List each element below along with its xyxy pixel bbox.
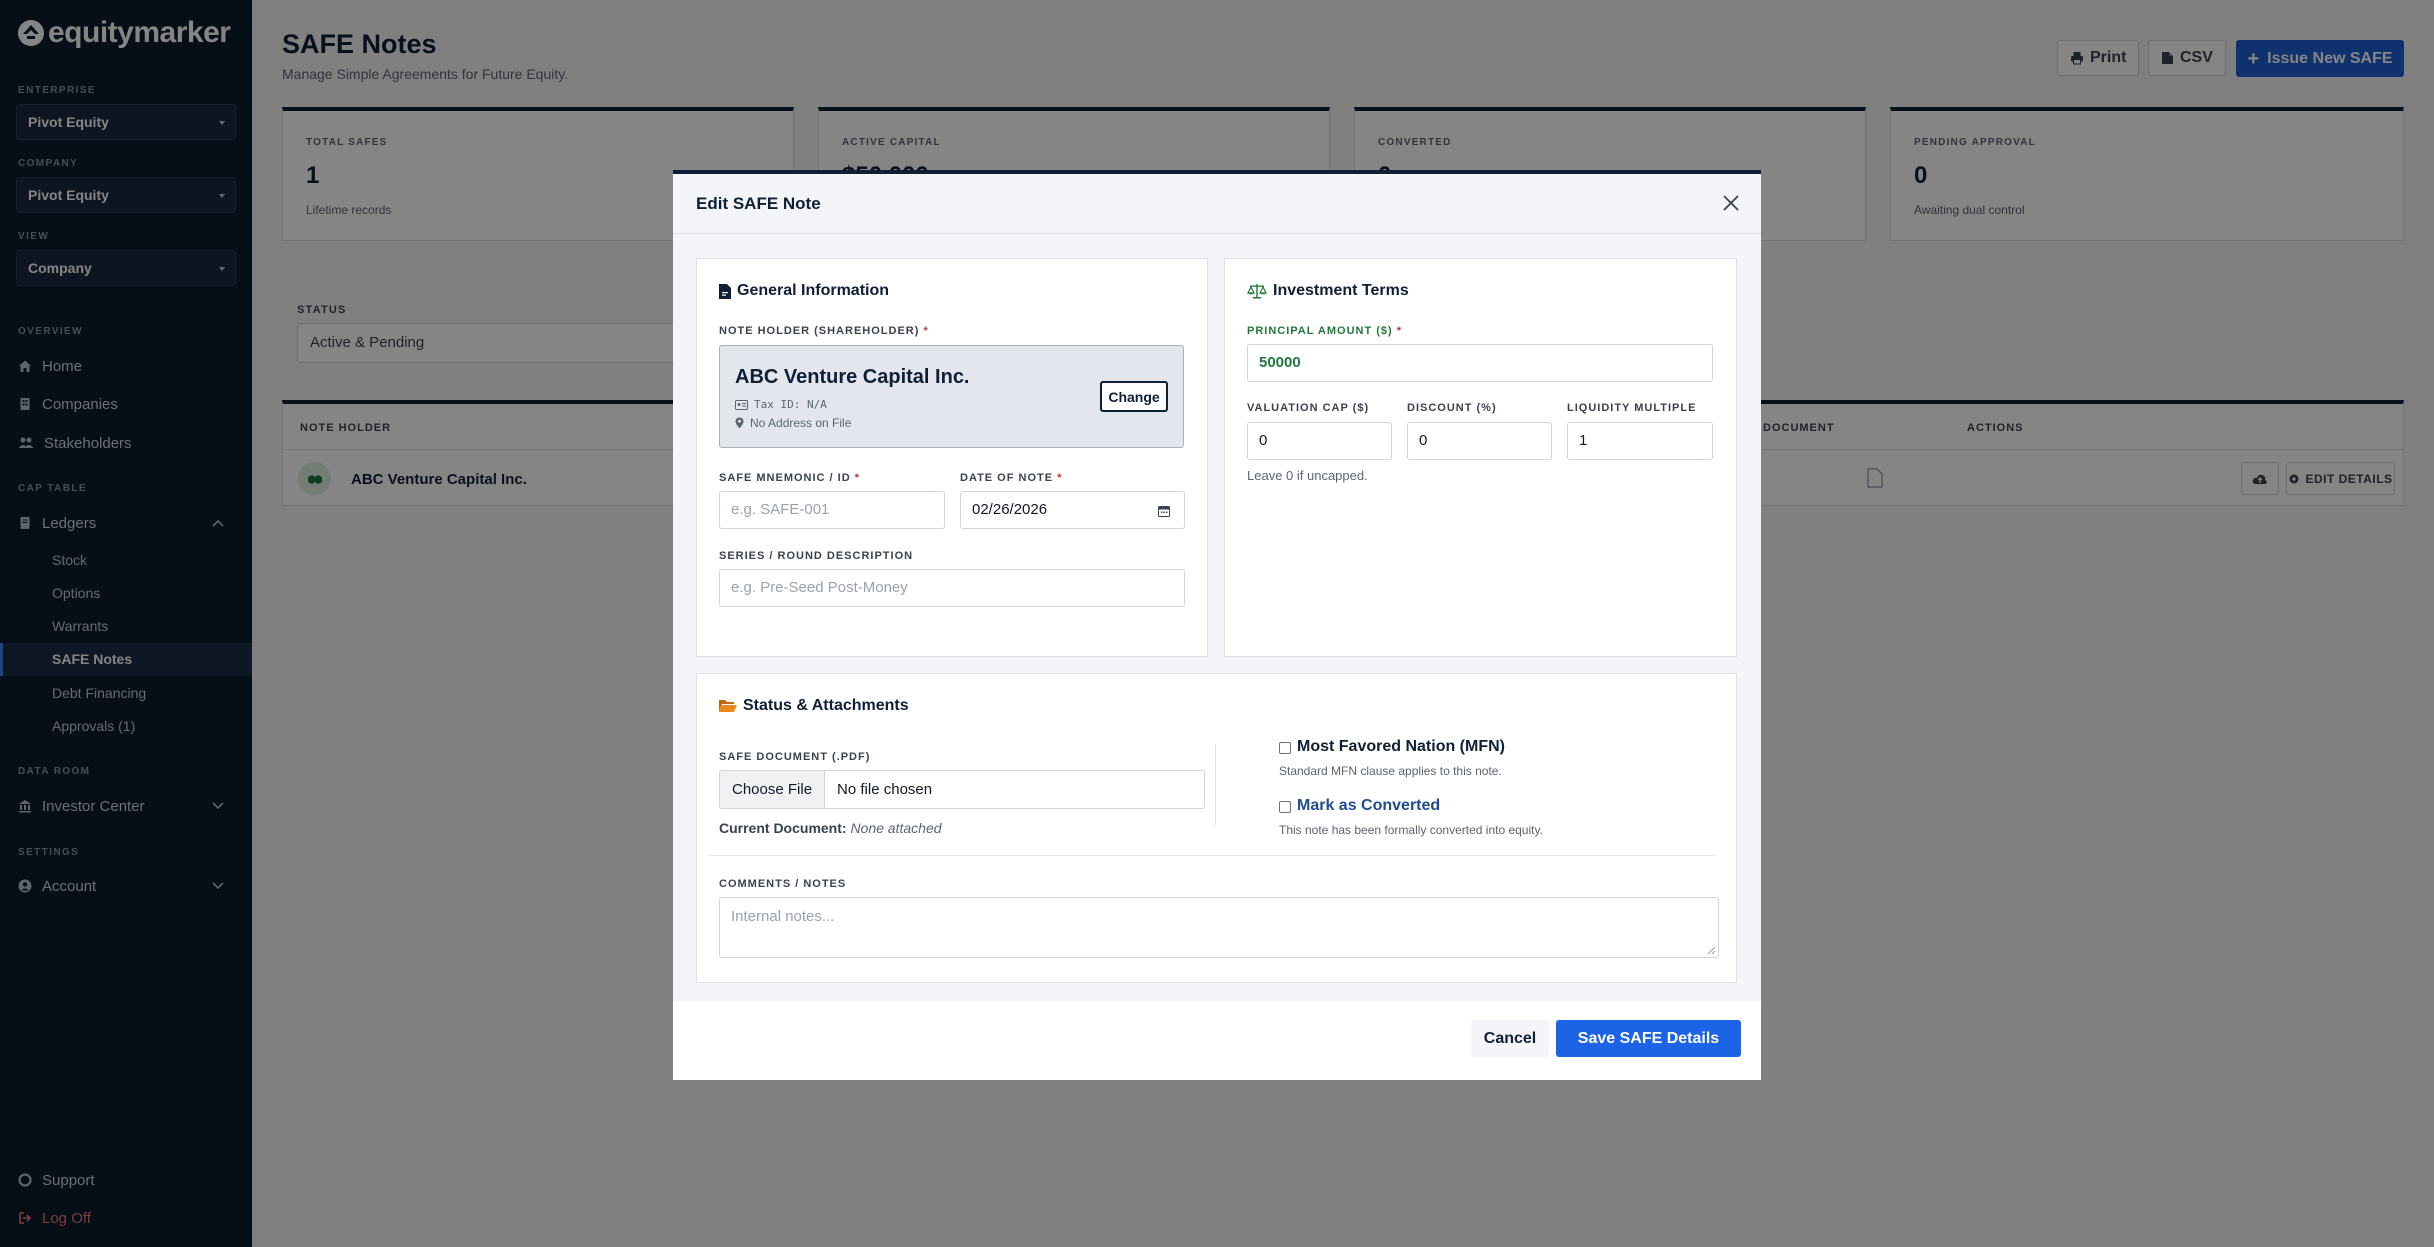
current-document-value: None attached	[850, 820, 942, 836]
comments-placeholder: Internal notes...	[731, 908, 835, 925]
note-holder-label: NOTE HOLDER (SHAREHOLDER) *	[719, 325, 929, 337]
principal-label-text: PRINCIPAL AMOUNT ($)	[1247, 325, 1393, 337]
resize-handle-icon[interactable]	[1707, 946, 1716, 955]
principal-amount-input[interactable]: 50000	[1247, 344, 1713, 382]
mnemonic-input[interactable]: e.g. SAFE-001	[719, 491, 945, 529]
choose-file-button[interactable]: Choose File	[720, 771, 826, 808]
folder-open-icon	[719, 700, 737, 712]
converted-description: This note has been formally converted in…	[1279, 823, 1543, 837]
liquidity-multiple-input[interactable]: 1	[1567, 422, 1713, 460]
valuation-cap-hint: Leave 0 if uncapped.	[1247, 468, 1368, 483]
note-holder-label-text: NOTE HOLDER (SHAREHOLDER)	[719, 325, 920, 337]
save-safe-details-button[interactable]: Save SAFE Details	[1556, 1020, 1741, 1057]
liquidity-multiple-label: LIQUIDITY MULTIPLE	[1567, 402, 1697, 414]
mfn-title[interactable]: Most Favored Nation (MFN)	[1297, 738, 1505, 756]
vertical-divider	[1215, 744, 1216, 825]
investment-terms-label: Investment Terms	[1273, 282, 1409, 299]
modal-footer: Cancel Save SAFE Details	[673, 1001, 1761, 1080]
current-document-label: Current Document:	[719, 820, 847, 836]
date-input[interactable]: 02/26/2026	[960, 491, 1185, 529]
discount-input[interactable]: 0	[1407, 422, 1552, 460]
valuation-cap-label: VALUATION CAP ($)	[1247, 402, 1370, 414]
mnemonic-label: SAFE MNEMONIC / ID *	[719, 472, 860, 484]
close-icon[interactable]	[1721, 193, 1741, 213]
general-information-label: General Information	[737, 282, 890, 299]
investment-terms-title: Investment Terms	[1247, 282, 1409, 300]
series-label: SERIES / ROUND DESCRIPTION	[719, 550, 914, 562]
current-document: Current Document: None attached	[719, 820, 942, 836]
mfn-description: Standard MFN clause applies to this note…	[1279, 764, 1502, 778]
general-information-card: General Information NOTE HOLDER (SHAREHO…	[696, 258, 1208, 657]
required-mark: *	[854, 472, 861, 484]
holder-name: ABC Venture Capital Inc.	[735, 366, 970, 388]
id-card-icon	[735, 399, 748, 410]
map-pin-icon	[735, 417, 744, 429]
discount-label: DISCOUNT (%)	[1407, 402, 1497, 414]
investment-terms-card: Investment Terms PRINCIPAL AMOUNT ($) * …	[1224, 258, 1737, 657]
holder-address: No Address on File	[735, 416, 851, 430]
required-mark: *	[1057, 472, 1063, 484]
balance-scale-icon	[1247, 284, 1267, 299]
principal-label: PRINCIPAL AMOUNT ($) *	[1247, 325, 1402, 337]
required-mark: *	[1396, 325, 1403, 337]
safe-document-file-input[interactable]: Choose File No file chosen	[719, 770, 1205, 809]
modal-header: Edit SAFE Note	[673, 174, 1761, 234]
date-value: 02/26/2026	[972, 501, 1048, 518]
file-contract-icon	[719, 283, 731, 299]
date-label-text: DATE OF NOTE	[960, 472, 1054, 484]
converted-title[interactable]: Mark as Converted	[1297, 797, 1440, 815]
series-input[interactable]: e.g. Pre-Seed Post-Money	[719, 569, 1185, 607]
comments-textarea[interactable]: Internal notes...	[719, 897, 1719, 958]
status-attachments-card: Status & Attachments SAFE DOCUMENT (.PDF…	[696, 673, 1737, 983]
modal-body: General Information NOTE HOLDER (SHAREHO…	[673, 234, 1761, 1001]
mnemonic-label-text: SAFE MNEMONIC / ID	[719, 472, 851, 484]
status-attachments-title: Status & Attachments	[719, 697, 909, 715]
calendar-icon[interactable]	[1158, 505, 1170, 517]
date-label: DATE OF NOTE *	[960, 472, 1062, 484]
status-attachments-label: Status & Attachments	[743, 697, 909, 714]
change-holder-button[interactable]: Change	[1100, 381, 1168, 412]
holder-tax-id: Tax ID: N/A	[735, 398, 827, 411]
cancel-button[interactable]: Cancel	[1471, 1020, 1549, 1057]
valuation-cap-input[interactable]: 0	[1247, 422, 1392, 460]
file-chosen-text: No file chosen	[837, 781, 933, 798]
modal-title: Edit SAFE Note	[696, 194, 821, 213]
general-information-title: General Information	[719, 282, 889, 300]
tax-id-text: Tax ID: N/A	[754, 398, 827, 411]
mfn-checkbox[interactable]	[1279, 742, 1291, 754]
edit-safe-modal: Edit SAFE Note General Information NOTE …	[673, 170, 1761, 1080]
converted-checkbox[interactable]	[1279, 801, 1291, 813]
note-holder-box: ABC Venture Capital Inc. Tax ID: N/A No …	[719, 345, 1184, 448]
horizontal-divider	[709, 855, 1715, 856]
required-mark: *	[923, 325, 929, 337]
comments-label: COMMENTS / NOTES	[719, 878, 847, 890]
safe-document-label: SAFE DOCUMENT (.PDF)	[719, 751, 871, 763]
address-text: No Address on File	[750, 416, 852, 430]
